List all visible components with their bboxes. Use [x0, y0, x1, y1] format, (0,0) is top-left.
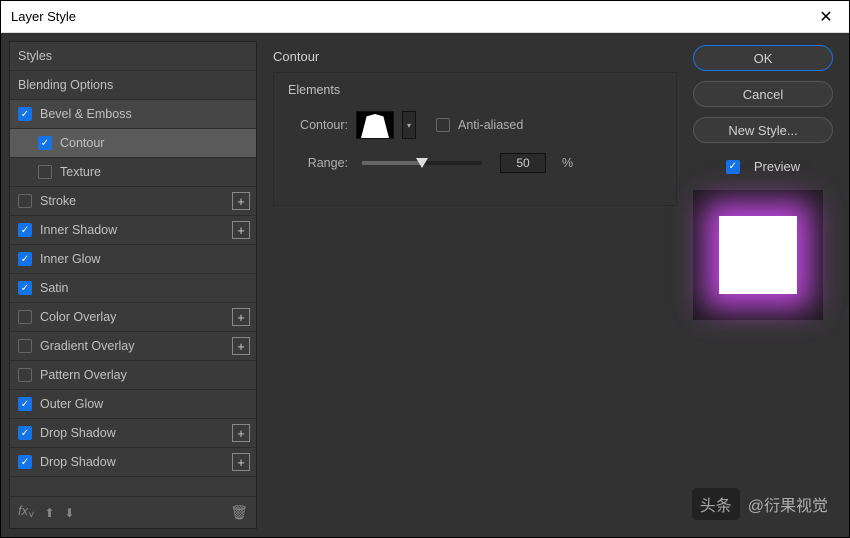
- checkbox-icon[interactable]: ✓: [18, 426, 32, 440]
- add-icon[interactable]: +: [232, 221, 250, 239]
- fx-icon[interactable]: fx˅: [18, 503, 34, 522]
- sidebar-item-drop-shadow-1[interactable]: ✓ Drop Shadow +: [10, 419, 256, 448]
- sidebar-label: Styles: [18, 49, 52, 63]
- ok-button[interactable]: OK: [693, 45, 833, 71]
- sidebar-label: Contour: [60, 136, 104, 150]
- checkbox-icon[interactable]: ✓: [18, 252, 32, 266]
- arrow-down-icon[interactable]: ⬇: [65, 506, 75, 520]
- sidebar-label: Gradient Overlay: [40, 339, 134, 353]
- fieldset-label: Elements: [288, 83, 662, 97]
- sidebar-item-blending-options[interactable]: Blending Options: [10, 71, 256, 100]
- sidebar-item-gradient-overlay[interactable]: Gradient Overlay +: [10, 332, 256, 361]
- sidebar-item-color-overlay[interactable]: Color Overlay +: [10, 303, 256, 332]
- sidebar-item-contour[interactable]: ✓ Contour: [10, 129, 256, 158]
- preview-checkbox[interactable]: ✓: [726, 160, 740, 174]
- styles-sidebar: Styles Blending Options ✓Bevel & Emboss …: [9, 41, 257, 529]
- sidebar-footer: fx˅ ⬆ ⬇ 🗑: [10, 496, 256, 528]
- checkbox-icon[interactable]: ✓: [18, 397, 32, 411]
- sidebar-label: Texture: [60, 165, 101, 179]
- sidebar-label: Satin: [40, 281, 69, 295]
- arrow-up-icon[interactable]: ⬆: [44, 506, 54, 520]
- new-style-button[interactable]: New Style...: [693, 117, 833, 143]
- add-icon[interactable]: +: [232, 308, 250, 326]
- sidebar-item-pattern-overlay[interactable]: Pattern Overlay: [10, 361, 256, 390]
- button-label: Cancel: [743, 87, 783, 102]
- contour-dropdown[interactable]: ▾: [402, 111, 416, 139]
- cancel-button[interactable]: Cancel: [693, 81, 833, 107]
- sidebar-item-outer-glow[interactable]: ✓ Outer Glow: [10, 390, 256, 419]
- sidebar-label: Bevel & Emboss: [40, 107, 132, 121]
- preview-canvas: [693, 190, 823, 320]
- checkbox-icon[interactable]: [18, 194, 32, 208]
- sidebar-label: Pattern Overlay: [40, 368, 127, 382]
- button-label: New Style...: [728, 123, 797, 138]
- sidebar-label: Color Overlay: [40, 310, 116, 324]
- titlebar: Layer Style ✕: [1, 1, 849, 33]
- checkbox-icon[interactable]: [18, 339, 32, 353]
- preview-swatch: [719, 216, 797, 294]
- sidebar-item-inner-shadow[interactable]: ✓ Inner Shadow +: [10, 216, 256, 245]
- sidebar-item-styles[interactable]: Styles: [10, 42, 256, 71]
- contour-label: Contour:: [288, 118, 348, 132]
- add-icon[interactable]: +: [232, 192, 250, 210]
- sidebar-label: Drop Shadow: [40, 426, 116, 440]
- sidebar-item-satin[interactable]: ✓ Satin: [10, 274, 256, 303]
- contour-curve-icon: [361, 114, 389, 138]
- elements-fieldset: Elements Contour: ▾ Anti-aliased Range: …: [273, 72, 677, 206]
- chevron-down-icon: ▾: [407, 121, 411, 130]
- range-unit: %: [562, 156, 573, 170]
- sidebar-label: Outer Glow: [40, 397, 103, 411]
- sidebar-label: Inner Glow: [40, 252, 100, 266]
- slider-fill: [362, 161, 422, 165]
- checkbox-icon[interactable]: ✓: [18, 281, 32, 295]
- add-icon[interactable]: +: [232, 424, 250, 442]
- range-label: Range:: [288, 156, 348, 170]
- checkbox-icon[interactable]: [18, 368, 32, 382]
- checkbox-icon[interactable]: ✓: [18, 107, 32, 121]
- contour-picker[interactable]: [356, 111, 394, 139]
- section-title: Contour: [273, 49, 677, 64]
- add-icon[interactable]: +: [232, 337, 250, 355]
- preview-label: Preview: [754, 159, 800, 174]
- sidebar-item-stroke[interactable]: Stroke +: [10, 187, 256, 216]
- checkbox-icon[interactable]: [18, 310, 32, 324]
- main-panel: Contour Elements Contour: ▾ Anti-aliased…: [257, 41, 693, 529]
- add-icon[interactable]: +: [232, 453, 250, 471]
- anti-aliased-label: Anti-aliased: [458, 118, 523, 132]
- checkbox-icon[interactable]: ✓: [38, 136, 52, 150]
- dialog-title: Layer Style: [11, 9, 76, 24]
- sidebar-label: Stroke: [40, 194, 76, 208]
- checkbox-icon[interactable]: ✓: [18, 455, 32, 469]
- range-input[interactable]: [500, 153, 546, 173]
- sidebar-label: Inner Shadow: [40, 223, 117, 237]
- anti-aliased-checkbox[interactable]: [436, 118, 450, 132]
- range-slider[interactable]: [362, 161, 482, 165]
- sidebar-item-texture[interactable]: Texture: [10, 158, 256, 187]
- trash-icon[interactable]: 🗑: [230, 504, 248, 521]
- sidebar-item-bevel-emboss[interactable]: ✓ Bevel & Emboss: [10, 100, 256, 129]
- checkbox-icon[interactable]: ✓: [18, 223, 32, 237]
- close-icon: ✕: [819, 7, 832, 27]
- sidebar-label: Blending Options: [18, 78, 113, 92]
- sidebar-item-drop-shadow-2[interactable]: ✓ Drop Shadow +: [10, 448, 256, 477]
- sidebar-label: Drop Shadow: [40, 455, 116, 469]
- sidebar-item-inner-glow[interactable]: ✓ Inner Glow: [10, 245, 256, 274]
- checkbox-icon[interactable]: [38, 165, 52, 179]
- right-column: OK Cancel New Style... ✓ Preview: [693, 41, 841, 529]
- button-label: OK: [754, 51, 773, 66]
- close-button[interactable]: ✕: [803, 1, 849, 33]
